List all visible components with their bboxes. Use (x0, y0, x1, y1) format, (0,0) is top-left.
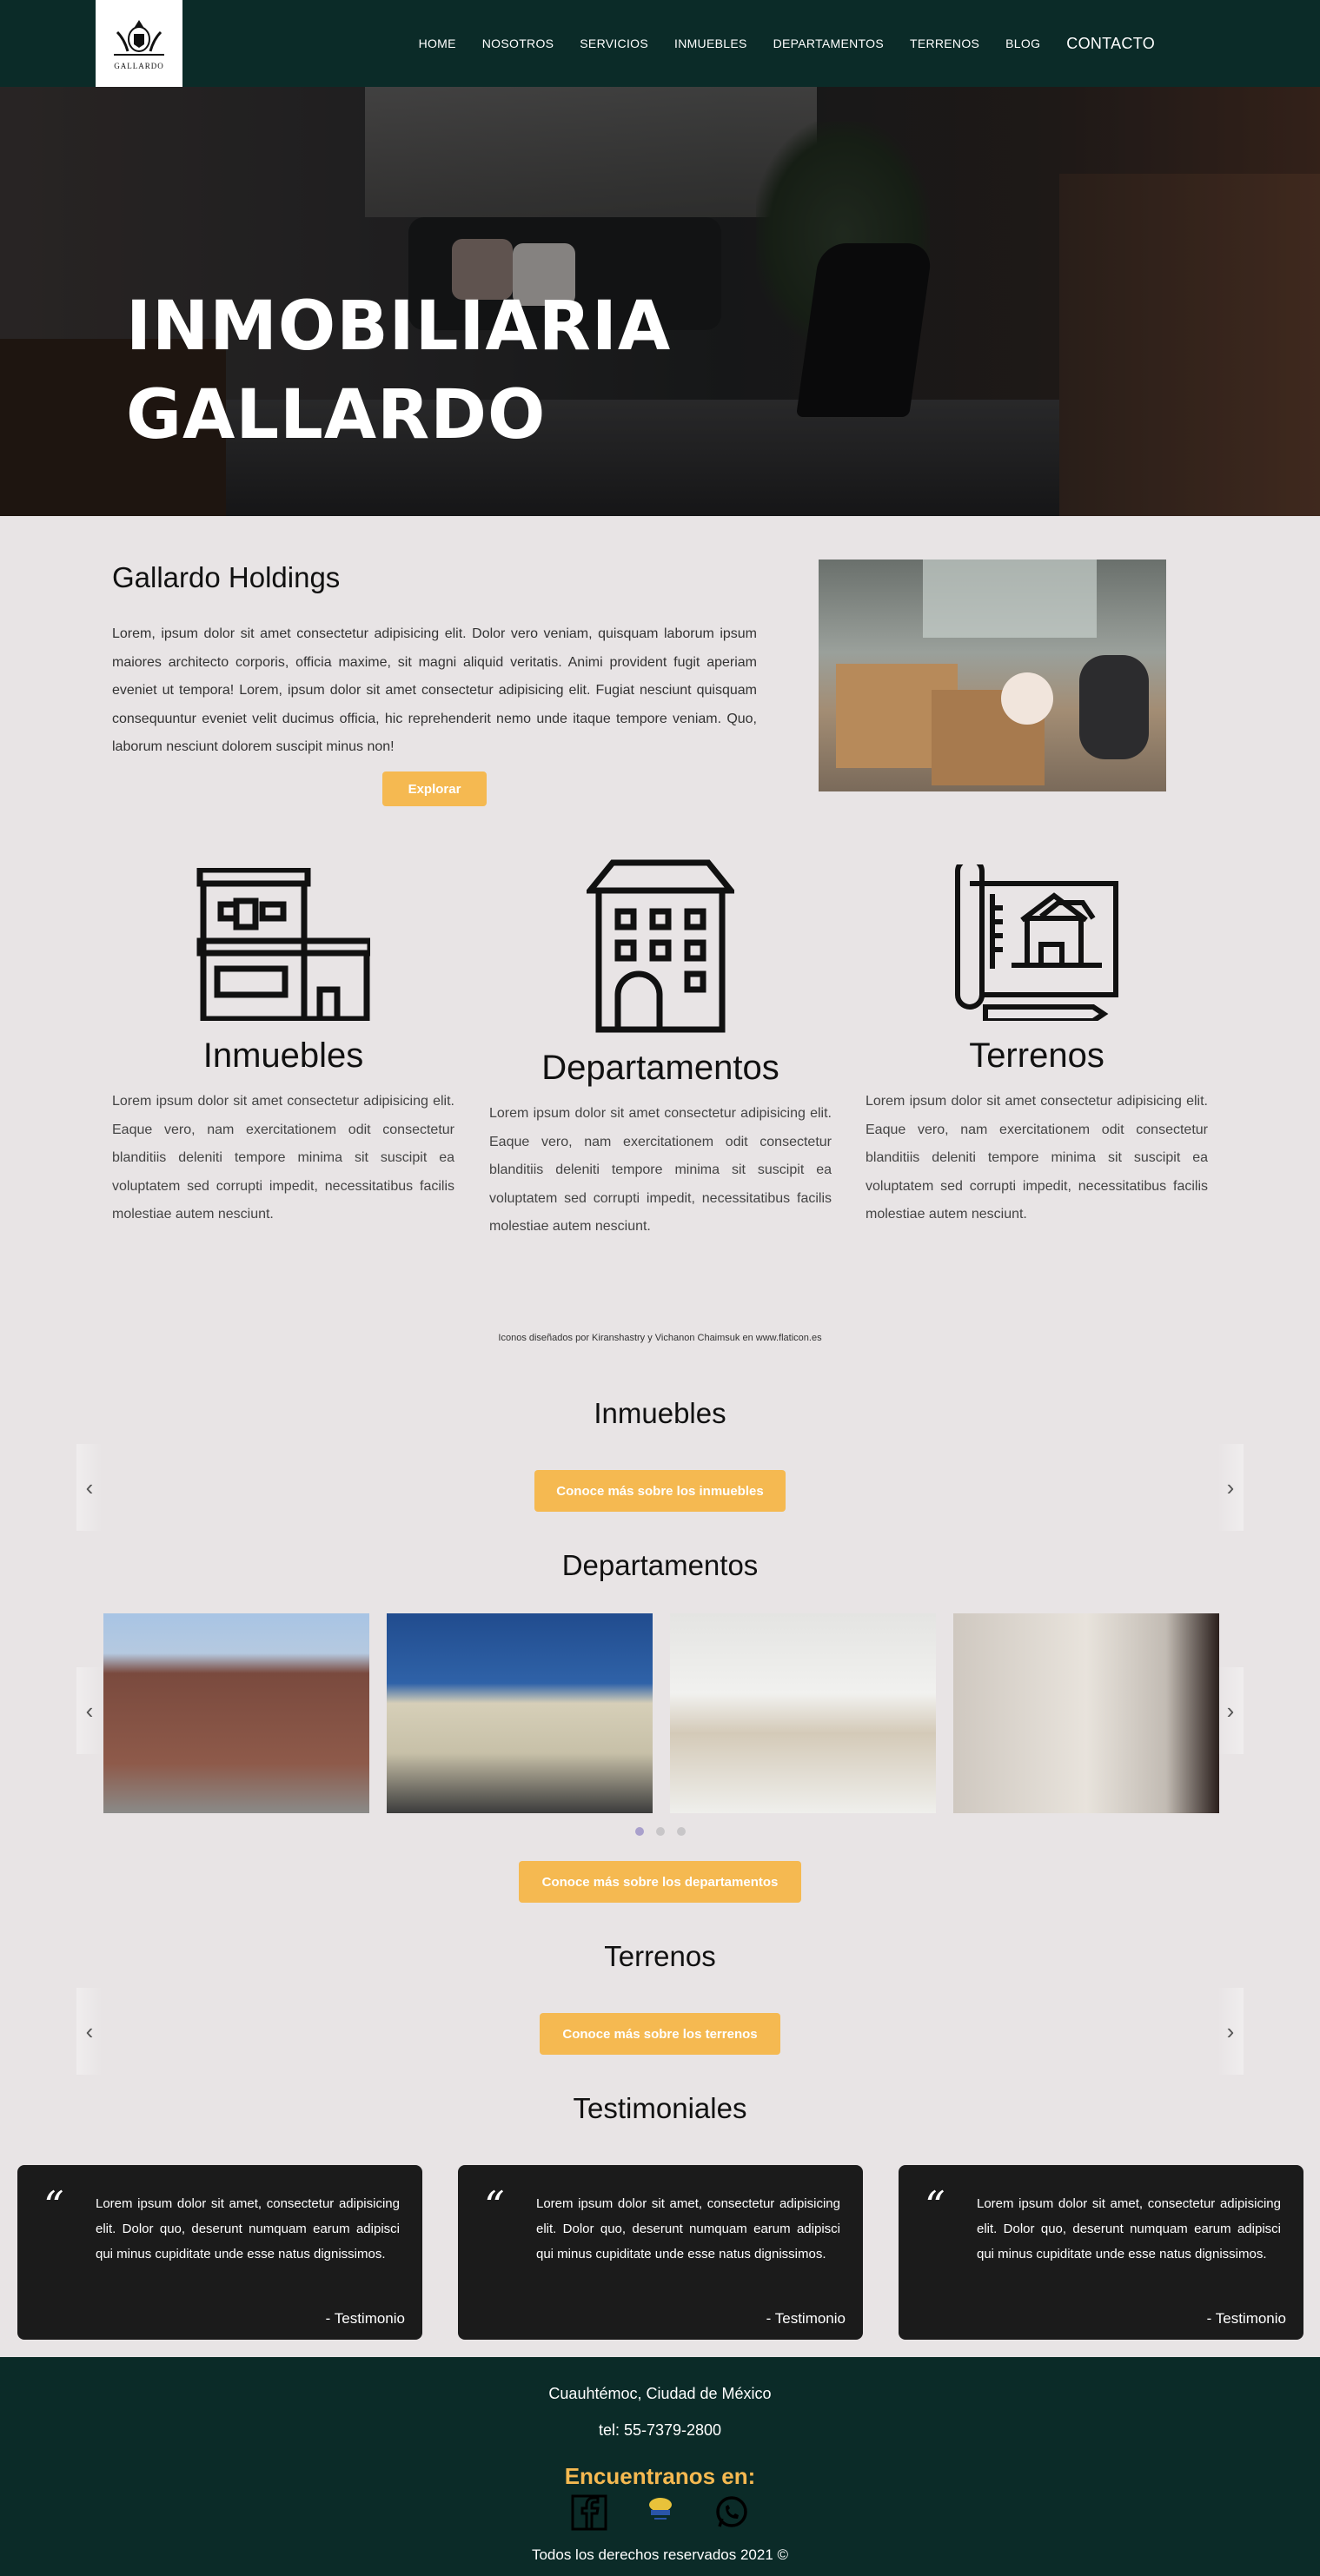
quote-icon: “ (484, 2182, 505, 2229)
departamentos-title: Departamentos (561, 1549, 759, 1581)
top-navbar: GALLARDO HOME NOSOTROS SERVICIOS INMUEBL… (0, 0, 1320, 87)
icon-credit: Iconos diseñados por Kiranshastry y Vich… (498, 1333, 822, 1343)
nav-home[interactable]: HOME (419, 36, 456, 50)
departamentos-more-button[interactable]: Conoce más sobre los departamentos (519, 1861, 801, 1903)
testimonial-author: - Testimonio (325, 2310, 405, 2327)
testimonials-list: “ Lorem ipsum dolor sit amet, consectetu… (17, 2165, 1303, 2340)
crest-icon (114, 20, 164, 56)
nav-terrenos[interactable]: TERRENOS (910, 36, 979, 50)
terrenos-title: Terrenos (604, 1940, 716, 1972)
nav-servicios[interactable]: SERVICIOS (580, 36, 648, 50)
service-departamentos: Departamentos Lorem ipsum dolor sit amet… (489, 859, 832, 1242)
whatsapp-icon[interactable] (713, 2494, 750, 2531)
carousel-dot-1[interactable] (634, 1827, 644, 1836)
carousel-dot-2[interactable] (655, 1827, 665, 1836)
service-text: Lorem ipsum dolor sit amet consectetur a… (112, 1094, 454, 1222)
inmuebles-prev-arrow[interactable]: ‹ (76, 1444, 103, 1531)
footer-address: Cuauhtémoc, Ciudad de México (548, 2385, 772, 2402)
department-photo[interactable] (103, 1613, 369, 1813)
about-text: Lorem, ipsum dolor sit amet consectetur … (112, 626, 757, 754)
quote-icon: “ (43, 2182, 64, 2229)
site-footer: Cuauhtémoc, Ciudad de México tel: 55-737… (0, 2357, 1320, 2576)
nav-nosotros[interactable]: NOSOTROS (482, 36, 554, 50)
explore-button[interactable]: Explorar (382, 771, 487, 806)
testimonial-author: - Testimonio (1206, 2310, 1286, 2327)
facebook-icon[interactable] (571, 2494, 607, 2531)
family-moving-photo (819, 560, 1166, 791)
footer-phone: tel: 55-7379-2800 (598, 2421, 722, 2439)
service-title: Inmuebles (202, 1036, 364, 1075)
service-inmuebles: Inmuebles Lorem ipsum dolor sit amet con… (112, 868, 454, 1229)
footer-copyright: Todos los derechos reservados 2021 © (531, 2546, 789, 2563)
inmuebles-more-button[interactable]: Conoce más sobre los inmuebles (534, 1470, 786, 1512)
departamentos-carousel (0, 1613, 1320, 1813)
service-terrenos: Terrenos Lorem ipsum dolor sit amet cons… (866, 864, 1208, 1229)
hero-banner: INMOBILIARIA GALLARDO (0, 87, 1320, 516)
nav-inmuebles[interactable]: INMUEBLES (674, 36, 747, 50)
service-text: Lorem ipsum dolor sit amet consectetur a… (866, 1094, 1208, 1222)
carousel-track (103, 1613, 1219, 1813)
blueprint-icon (955, 864, 1118, 1021)
testimonial-text: Lorem ipsum dolor sit amet, consectetur … (536, 2196, 840, 2261)
testimonial-card: “ Lorem ipsum dolor sit amet, consectetu… (17, 2165, 422, 2340)
terrenos-next-arrow[interactable]: › (1217, 1988, 1244, 2075)
testimonial-card: “ Lorem ipsum dolor sit amet, consectetu… (899, 2165, 1303, 2340)
service-text: Lorem ipsum dolor sit amet consectetur a… (489, 1106, 832, 1234)
services-section: Inmuebles Lorem ipsum dolor sit amet con… (0, 842, 1320, 1367)
terrenos-prev-arrow[interactable]: ‹ (76, 1988, 103, 2075)
quote-icon: “ (925, 2182, 945, 2229)
testimonial-author: - Testimonio (766, 2310, 846, 2327)
logo-text: GALLARDO (114, 62, 164, 70)
testimonial-text: Lorem ipsum dolor sit amet, consectetur … (977, 2196, 1281, 2261)
departamentos-prev-arrow[interactable]: ‹ (76, 1667, 103, 1754)
service-title: Departamentos (541, 1049, 779, 1087)
department-photo[interactable] (953, 1613, 1219, 1813)
social-links (0, 2494, 1320, 2531)
inmuebles-title: Inmuebles (594, 1397, 726, 1429)
marketplace-icon[interactable] (642, 2494, 679, 2531)
about-section: Gallardo Holdings Lorem, ipsum dolor sit… (0, 516, 1320, 842)
nav-contacto[interactable]: CONTACTO (1066, 35, 1155, 53)
nav-blog[interactable]: BLOG (1005, 36, 1040, 50)
building-icon (196, 868, 370, 1021)
footer-find-us: Encuentranos en: (564, 2463, 756, 2489)
department-photo[interactable] (387, 1613, 653, 1813)
testimonial-card: “ Lorem ipsum dolor sit amet, consectetu… (458, 2165, 863, 2340)
service-title: Terrenos (969, 1036, 1104, 1075)
departamentos-next-arrow[interactable]: › (1217, 1667, 1244, 1754)
carousel-dot-3[interactable] (676, 1827, 686, 1836)
site-logo[interactable]: GALLARDO (96, 0, 182, 87)
inmuebles-next-arrow[interactable]: › (1217, 1444, 1244, 1531)
nav-departamentos[interactable]: DEPARTAMENTOS (773, 36, 884, 50)
hero-title: INMOBILIARIA GALLARDO (126, 288, 672, 454)
apartment-building-icon (587, 859, 734, 1033)
carousel-pagination (0, 1827, 1320, 1836)
testimonials-title: Testimoniales (573, 2092, 747, 2124)
terrenos-more-button[interactable]: Conoce más sobre los terrenos (540, 2013, 780, 2055)
about-title: Gallardo Holdings (112, 561, 341, 593)
department-photo[interactable] (670, 1613, 936, 1813)
nav-menu: HOME NOSOTROS SERVICIOS INMUEBLES DEPART… (419, 0, 1155, 87)
testimonial-text: Lorem ipsum dolor sit amet, consectetur … (96, 2196, 400, 2261)
